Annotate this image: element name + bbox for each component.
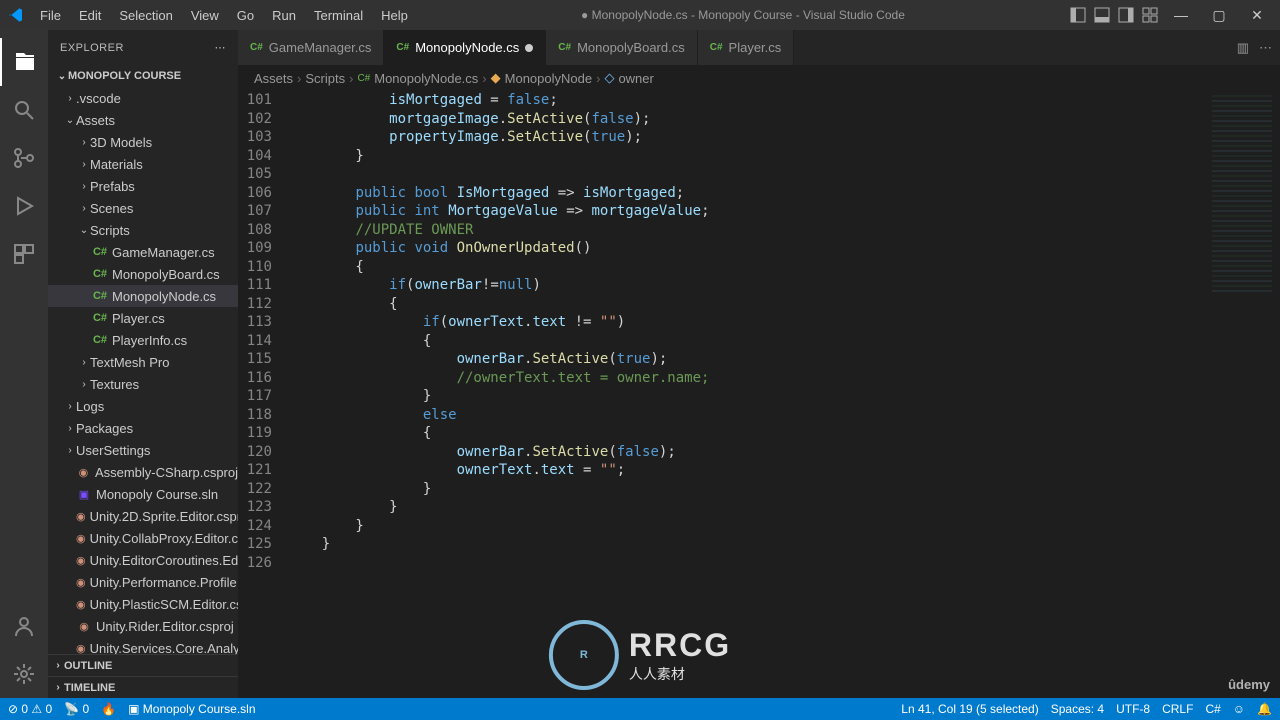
folder-packages[interactable]: ›Packages [48,417,238,439]
window-title: ● MonopolyNode.cs - Monopoly Course - Vi… [416,8,1070,22]
main-menu: File Edit Selection View Go Run Terminal… [32,4,416,27]
title-bar: File Edit Selection View Go Run Terminal… [0,0,1280,30]
file-u5[interactable]: ◉Unity.PlasticSCM.Editor.cs… [48,593,238,615]
status-flame-icon[interactable]: 🔥 [101,702,116,716]
menu-terminal[interactable]: Terminal [306,4,371,27]
status-eol[interactable]: CRLF [1162,702,1193,716]
source-control-icon[interactable] [0,134,48,182]
minimize-button[interactable]: — [1166,7,1196,23]
file-playerinfo[interactable]: C#PlayerInfo.cs [48,329,238,351]
file-assembly[interactable]: ◉Assembly-CSharp.csproj [48,461,238,483]
file-monopolynode[interactable]: C#MonopolyNode.cs [48,285,238,307]
file-u4[interactable]: ◉Unity.Performance.Profile… [48,571,238,593]
file-u2[interactable]: ◉Unity.CollabProxy.Editor.c… [48,527,238,549]
file-gamemanager[interactable]: C#GameManager.cs [48,241,238,263]
menu-help[interactable]: Help [373,4,416,27]
tab-monopolynode[interactable]: C#MonopolyNode.cs [384,30,546,65]
file-tree: ›.vscode ⌄Assets ›3D Models ›Materials ›… [48,87,238,654]
close-button[interactable]: ✕ [1242,7,1272,24]
file-u1[interactable]: ◉Unity.2D.Sprite.Editor.cspr… [48,505,238,527]
account-icon[interactable] [0,602,48,650]
tab-monopolyboard[interactable]: C#MonopolyBoard.cs [546,30,697,65]
activity-bar [0,30,48,698]
breadcrumb[interactable]: Assets› Scripts› C#MonopolyNode.cs› ◆Mon… [238,65,1280,91]
modified-dot-icon [525,44,533,52]
menu-run[interactable]: Run [264,4,304,27]
status-errors[interactable]: ⊘ 0 ⚠ 0 [8,702,52,716]
file-u6[interactable]: ◉Unity.Rider.Editor.csproj [48,615,238,637]
minimap[interactable] [1200,91,1280,698]
vscode-logo [8,7,24,23]
menu-view[interactable]: View [183,4,227,27]
settings-icon[interactable] [0,650,48,698]
timeline-section[interactable]: ›TIMELINE [48,676,238,698]
layout-icon-3[interactable] [1118,7,1134,23]
explorer-icon[interactable] [0,38,48,86]
file-monopolyboard[interactable]: C#MonopolyBoard.cs [48,263,238,285]
menu-selection[interactable]: Selection [111,4,180,27]
folder-textmeshpro[interactable]: ›TextMesh Pro [48,351,238,373]
folder-scripts[interactable]: ⌄Scripts [48,219,238,241]
menu-go[interactable]: Go [229,4,262,27]
file-sln[interactable]: ▣Monopoly Course.sln [48,483,238,505]
workspace-title[interactable]: ⌄MONOPOLY COURSE [48,65,238,87]
folder-assets[interactable]: ⌄Assets [48,109,238,131]
udemy-watermark: ûdemy [1228,677,1270,692]
status-sln[interactable]: ▣ Monopoly Course.sln [128,702,255,716]
tab-gamemanager[interactable]: C#GameManager.cs [238,30,384,65]
layout-icon-1[interactable] [1070,7,1086,23]
tab-player[interactable]: C#Player.cs [698,30,795,65]
status-bell-icon[interactable]: 🔔 [1257,702,1272,716]
folder-scenes[interactable]: ›Scenes [48,197,238,219]
code-content[interactable]: isMortgaged = false; mortgageImage.SetAc… [288,91,1200,698]
folder-vscode[interactable]: ›.vscode [48,87,238,109]
menu-edit[interactable]: Edit [71,4,109,27]
editor-tabs: C#GameManager.cs C#MonopolyNode.cs C#Mon… [238,30,1280,65]
split-editor-icon[interactable]: ▥ [1237,40,1249,56]
status-port[interactable]: 📡 0 [64,702,89,716]
menu-file[interactable]: File [32,4,69,27]
layout-icon-4[interactable] [1142,7,1158,23]
line-numbers: 1011021031041051061071081091101111121131… [238,91,288,698]
status-feedback-icon[interactable]: ☺ [1233,702,1245,716]
file-u7[interactable]: ◉Unity.Services.Core.Analyt… [48,637,238,654]
file-player[interactable]: C#Player.cs [48,307,238,329]
more-icon[interactable]: ⋯ [1259,40,1272,56]
folder-prefabs[interactable]: ›Prefabs [48,175,238,197]
file-u3[interactable]: ◉Unity.EditorCoroutines.Edi… [48,549,238,571]
status-lang[interactable]: C# [1205,702,1220,716]
status-encoding[interactable]: UTF-8 [1116,702,1150,716]
status-spaces[interactable]: Spaces: 4 [1051,702,1104,716]
folder-textures[interactable]: ›Textures [48,373,238,395]
folder-materials[interactable]: ›Materials [48,153,238,175]
folder-3dmodels[interactable]: ›3D Models [48,131,238,153]
editor-area: C#GameManager.cs C#MonopolyNode.cs C#Mon… [238,30,1280,698]
search-icon[interactable] [0,86,48,134]
layout-icon-2[interactable] [1094,7,1110,23]
folder-usersettings[interactable]: ›UserSettings [48,439,238,461]
maximize-button[interactable]: ▢ [1204,7,1234,24]
run-debug-icon[interactable] [0,182,48,230]
folder-logs[interactable]: ›Logs [48,395,238,417]
extensions-icon[interactable] [0,230,48,278]
status-bar: ⊘ 0 ⚠ 0 📡 0 🔥 ▣ Monopoly Course.sln Ln 4… [0,698,1280,720]
status-position[interactable]: Ln 41, Col 19 (5 selected) [901,702,1038,716]
sidebar: EXPLORER⋯ ⌄MONOPOLY COURSE ›.vscode ⌄Ass… [48,30,238,698]
more-icon[interactable]: ⋯ [215,41,227,54]
outline-section[interactable]: ›OUTLINE [48,654,238,676]
sidebar-header: EXPLORER⋯ [48,30,238,65]
